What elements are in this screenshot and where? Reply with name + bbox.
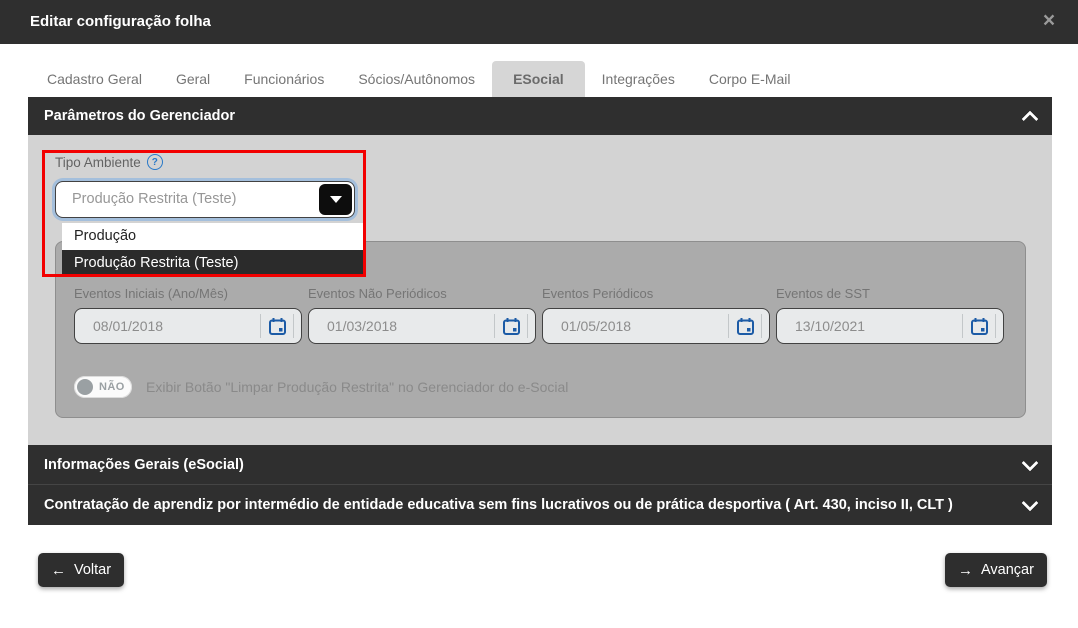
tab-integracoes[interactable]: Integrações [585, 61, 692, 97]
date-input-eventos-nao-periodicos[interactable]: 01/03/2018 [308, 308, 536, 344]
close-icon[interactable]: × [1034, 0, 1064, 44]
tab-socios-autonomos[interactable]: Sócios/Autônomos [341, 61, 492, 97]
limpar-producao-toggle-row: NÃO Exibir Botão "Limpar Produção Restri… [74, 376, 568, 398]
help-icon[interactable]: ? [146, 154, 163, 170]
date-field-label: Eventos de SST [776, 286, 870, 301]
calendar-icon[interactable] [728, 314, 762, 338]
chevron-up-icon[interactable] [1021, 110, 1039, 127]
calendar-icon[interactable] [260, 314, 294, 338]
date-field: Eventos Iniciais (Ano/Mês) 08/01/2018 [74, 286, 302, 344]
date-field-label: Eventos Iniciais (Ano/Mês) [74, 286, 228, 301]
accordion-title: Contratação de aprendiz por intermédio d… [44, 497, 953, 513]
option-producao-restrita[interactable]: Produção Restrita (Teste) [62, 250, 363, 277]
next-button[interactable]: → Avançar [945, 553, 1047, 587]
date-input-eventos-sst[interactable]: 13/10/2021 [776, 308, 1004, 344]
tab-corpo-email[interactable]: Corpo E-Mail [692, 61, 808, 97]
tipo-ambiente-label-row: Tipo Ambiente ? [55, 154, 163, 170]
arrow-right-icon: → [958, 561, 973, 579]
date-value: 13/10/2021 [795, 318, 866, 334]
accordion-informacoes-gerais[interactable]: Informações Gerais (eSocial) [28, 445, 1052, 484]
tipo-ambiente-select[interactable]: Produção Restrita (Teste) [55, 181, 355, 218]
toggle-knob [77, 379, 93, 395]
date-field: Eventos de SST 13/10/2021 [776, 286, 1004, 344]
date-value: 08/01/2018 [93, 318, 164, 334]
section-parametros-gerenciador[interactable]: Parâmetros do Gerenciador [28, 97, 1052, 135]
date-fields-row: Eventos Iniciais (Ano/Mês) 08/01/2018 Ev… [74, 286, 1004, 344]
date-field-label: Eventos Não Periódicos [308, 286, 447, 301]
calendar-icon[interactable] [494, 314, 528, 338]
tipo-ambiente-selected-value: Produção Restrita (Teste) [72, 191, 237, 207]
dialog-title: Editar configuração folha [30, 13, 211, 30]
dialog-titlebar: Editar configuração folha × [0, 0, 1078, 44]
option-producao[interactable]: Produção [62, 223, 363, 250]
select-caret-button[interactable] [319, 184, 352, 215]
next-button-label: Avançar [981, 562, 1034, 578]
chevron-down-icon[interactable] [1021, 454, 1039, 471]
date-value: 01/03/2018 [327, 318, 398, 334]
limpar-producao-toggle[interactable]: NÃO [74, 376, 132, 398]
tab-geral[interactable]: Geral [159, 61, 227, 97]
back-button-label: Voltar [74, 562, 112, 578]
date-input-eventos-periodicos[interactable]: 01/05/2018 [542, 308, 770, 344]
section-title: Parâmetros do Gerenciador [44, 108, 235, 124]
accordion-title: Informações Gerais (eSocial) [44, 456, 244, 473]
accordion-contratacao-aprendiz[interactable]: Contratação de aprendiz por intermédio d… [28, 484, 1052, 525]
date-value: 01/05/2018 [561, 318, 632, 334]
toggle-state-label: NÃO [99, 381, 125, 393]
tipo-ambiente-options: Produção Produção Restrita (Teste) [62, 223, 363, 277]
calendar-icon[interactable] [962, 314, 996, 338]
date-field: Eventos Não Periódicos 01/03/2018 [308, 286, 536, 344]
caret-down-icon [329, 196, 342, 203]
date-field-label: Eventos Periódicos [542, 286, 654, 301]
back-button[interactable]: ← Voltar [38, 553, 125, 587]
tab-cadastro-geral[interactable]: Cadastro Geral [30, 61, 159, 97]
tab-funcionarios[interactable]: Funcionários [227, 61, 341, 97]
tipo-ambiente-label: Tipo Ambiente [55, 154, 141, 170]
esocial-tab-content: Tipo Ambiente ? Produção Restrita (Teste… [28, 135, 1052, 445]
toggle-description: Exibir Botão "Limpar Produção Restrita" … [146, 379, 569, 395]
config-tabs: Cadastro Geral Geral Funcionários Sócios… [30, 61, 808, 97]
arrow-left-icon: ← [51, 561, 66, 579]
tab-esocial[interactable]: ESocial [492, 61, 585, 97]
date-input-eventos-iniciais[interactable]: 08/01/2018 [74, 308, 302, 344]
chevron-down-icon[interactable] [1021, 494, 1039, 512]
date-field: Eventos Periódicos 01/05/2018 [542, 286, 770, 344]
